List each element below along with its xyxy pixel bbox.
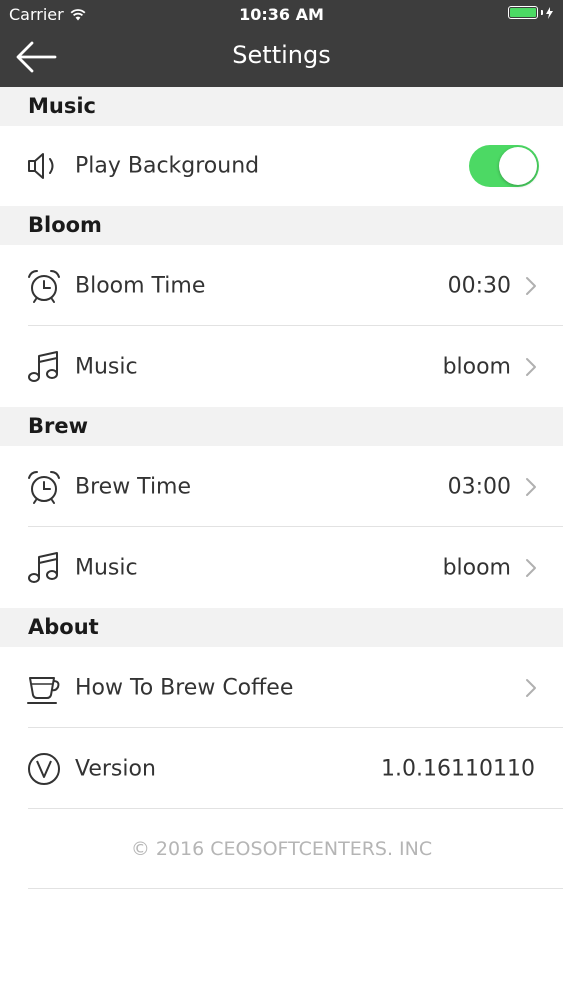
- brew-music-row[interactable]: Music bloom: [0, 527, 563, 608]
- battery-indicator: [508, 6, 553, 19]
- music-note-icon: [28, 350, 58, 382]
- chevron-right-icon: [526, 678, 536, 697]
- copyright-text: © 2016 CEOSOFTCENTERS. INC: [130, 838, 433, 860]
- version-icon: [28, 752, 60, 785]
- bloom-time-label: Bloom Time: [75, 273, 206, 298]
- brew-time-value: 03:00: [447, 474, 511, 499]
- bloom-time-value: 00:30: [447, 273, 511, 298]
- section-header-music: Music: [0, 87, 563, 126]
- section-header-brew: Brew: [0, 407, 563, 446]
- music-note-icon: [28, 551, 58, 583]
- copyright-footer: © 2016 CEOSOFTCENTERS. INC: [0, 809, 563, 889]
- battery-fill: [510, 8, 536, 17]
- header: Carrier 10:36 AM Settings: [0, 0, 563, 87]
- battery-tip: [541, 10, 543, 15]
- play-background-label: Play Background: [75, 153, 260, 179]
- brew-time-label: Brew Time: [75, 474, 192, 499]
- play-background-toggle[interactable]: [469, 145, 539, 187]
- chevron-right-icon: [526, 357, 536, 376]
- page-title: Settings: [232, 41, 331, 69]
- charging-icon: [546, 6, 553, 19]
- section-header-about: About: [0, 608, 563, 647]
- footer-divider: [28, 888, 563, 889]
- chevron-right-icon: [526, 477, 536, 496]
- bloom-time-row[interactable]: Bloom Time 00:30: [0, 245, 563, 326]
- chevron-right-icon: [526, 558, 536, 577]
- bloom-music-row[interactable]: Music bloom: [0, 326, 563, 407]
- play-background-row: Play Background: [0, 126, 563, 206]
- brew-music-label: Music: [75, 555, 138, 580]
- navigation-bar: Settings: [0, 28, 563, 87]
- battery-icon: [508, 6, 538, 19]
- how-to-brew-row[interactable]: How To Brew Coffee: [0, 647, 563, 728]
- status-bar: Carrier 10:36 AM: [0, 0, 563, 28]
- version-label: Version: [75, 756, 156, 781]
- brew-time-row[interactable]: Brew Time 03:00: [0, 446, 563, 527]
- version-value: 1.0.16110110: [381, 756, 535, 781]
- speaker-icon: [28, 153, 54, 179]
- section-header-bloom: Bloom: [0, 206, 563, 245]
- how-to-brew-label: How To Brew Coffee: [75, 675, 294, 700]
- version-row: Version 1.0.16110110: [0, 728, 563, 809]
- status-time: 10:36 AM: [239, 5, 324, 24]
- alarm-clock-icon: [28, 470, 60, 504]
- alarm-clock-icon: [28, 269, 60, 303]
- brew-music-value: bloom: [442, 555, 511, 580]
- chevron-right-icon: [526, 276, 536, 295]
- bloom-music-value: bloom: [442, 354, 511, 379]
- coffee-cup-icon: [27, 676, 60, 704]
- bloom-music-label: Music: [75, 354, 138, 379]
- toggle-knob: [499, 147, 537, 185]
